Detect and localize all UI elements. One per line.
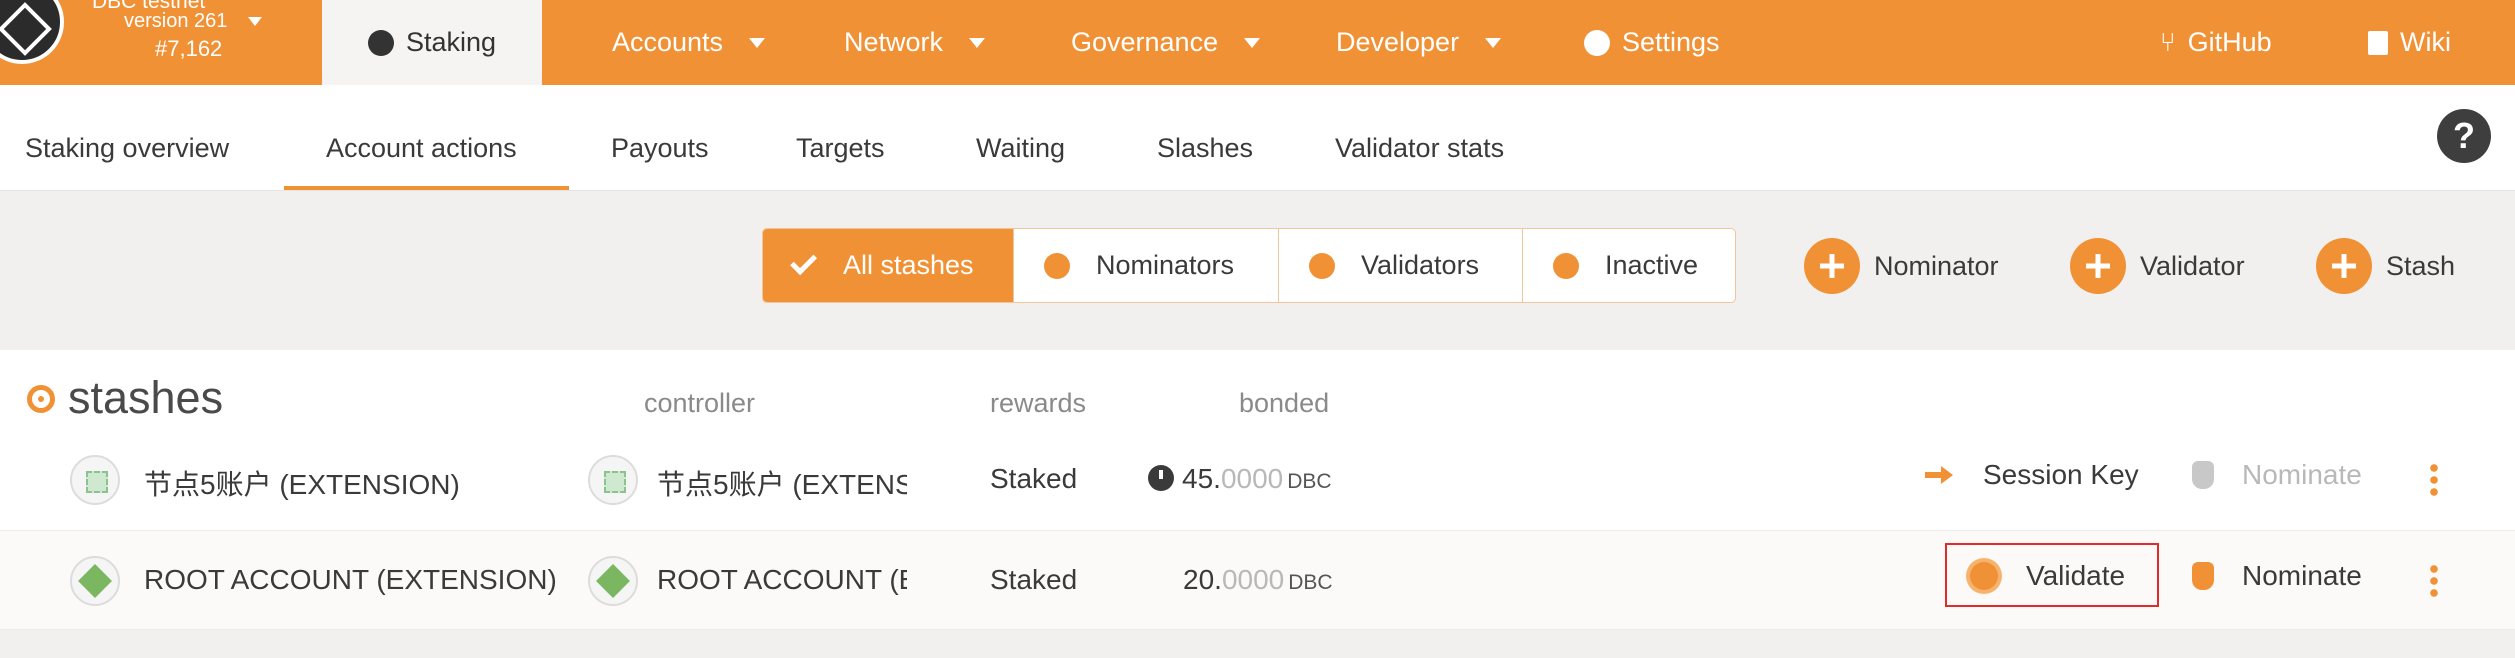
filter-inactive-label: Inactive [1605, 250, 1699, 280]
block-number: #7,162 [155, 36, 223, 61]
controller-identicon[interactable] [588, 455, 638, 505]
more-options-icon[interactable] [2430, 563, 2438, 599]
more-options-icon[interactable] [2430, 462, 2438, 498]
add-nominator-label: Nominator [1874, 250, 1999, 281]
filter-inactive[interactable]: Inactive [1523, 229, 1735, 302]
plus-icon [1804, 238, 1860, 294]
controller-account-name[interactable]: ROOT ACCOUNT (EX [657, 564, 907, 596]
filter-all-stashes-label: All stashes [843, 250, 974, 280]
nav-settings-label: Settings [1622, 27, 1720, 57]
nominate-label: Nominate [2242, 459, 2362, 490]
tab-targets[interactable]: Targets [796, 133, 885, 164]
radio-dot-icon [1044, 252, 1070, 279]
stashes-table: stashes controller rewards bonded 节点5账户 … [0, 350, 2515, 630]
highlight-box [1945, 543, 2159, 607]
chain-version[interactable]: version 261 [124, 10, 227, 33]
bonded-decimals: 0000 [1221, 564, 1285, 595]
nav-governance-label: Governance [1071, 27, 1219, 57]
top-navbar: DBC testnet version 261 #7,162 Staking A… [0, 0, 2515, 85]
plus-icon [2316, 238, 2372, 294]
filter-nominators[interactable]: Nominators [1014, 229, 1279, 302]
sign-in-icon [1925, 462, 1955, 488]
bonded-amount: 45.0000 DBC [1148, 463, 1332, 495]
add-validator-label: Validator [2140, 250, 2245, 281]
session-key-button[interactable]: Session Key [1925, 459, 2139, 491]
nominate-label: Nominate [2242, 560, 2362, 591]
chevron-down-icon [969, 37, 986, 48]
nav-network-label: Network [844, 27, 944, 57]
clock-icon[interactable] [1148, 465, 1174, 491]
rewards-destination: Staked [990, 463, 1078, 494]
nav-tab-staking[interactable]: Staking [322, 0, 542, 85]
tab-staking-overview[interactable]: Staking overview [25, 133, 229, 164]
column-header-bonded: bonded [1239, 388, 1330, 418]
stash-filter-group: All stashes Nominators Validators Inacti… [762, 228, 1736, 303]
github-label: GitHub [2187, 27, 2272, 57]
tab-payouts[interactable]: Payouts [611, 133, 709, 164]
nav-developer-label: Developer [1336, 27, 1460, 57]
filter-validators[interactable]: Validators [1279, 229, 1523, 302]
table-title: stashes [68, 372, 224, 423]
staking-icon [368, 30, 394, 56]
tab-account-actions[interactable]: Account actions [326, 133, 517, 164]
nominate-button-disabled[interactable]: Nominate [2192, 459, 2362, 491]
plus-icon [2070, 238, 2126, 294]
column-header-controller: controller [644, 388, 756, 418]
nav-accounts-label: Accounts [612, 27, 724, 57]
nav-network[interactable]: Network [844, 0, 986, 85]
settings-gear-icon [1584, 30, 1610, 56]
bonded-decimals: 0000 [1220, 463, 1284, 494]
active-tab-indicator [284, 186, 569, 190]
stash-identicon[interactable] [70, 556, 120, 606]
chevron-down-icon [1485, 37, 1502, 48]
stash-identicon[interactable] [70, 455, 120, 505]
wiki-link[interactable]: Wiki [2368, 0, 2451, 85]
check-icon [790, 247, 818, 275]
radio-dot-icon [1309, 252, 1335, 279]
nav-settings[interactable]: Settings [1584, 0, 1720, 85]
wiki-label: Wiki [2400, 27, 2451, 57]
hand-icon [2192, 461, 2214, 489]
stash-account-name[interactable]: ROOT ACCOUNT (EXTENSION) [144, 564, 557, 596]
tab-slashes[interactable]: Slashes [1157, 133, 1253, 164]
chevron-down-icon [1244, 37, 1261, 48]
chevron-down-icon [749, 37, 766, 48]
add-nominator-button[interactable]: Nominator [1804, 238, 1999, 294]
add-validator-button[interactable]: Validator [2070, 238, 2245, 294]
stash-account-name[interactable]: 节点5账户 (EXTENSION) [144, 463, 460, 503]
hand-icon [2192, 562, 2214, 590]
book-icon [2368, 30, 2388, 55]
filter-all-stashes[interactable]: All stashes [763, 229, 1014, 302]
column-header-rewards: rewards [990, 388, 1087, 418]
git-branch-icon: ⑂ [2160, 27, 2176, 57]
tab-waiting[interactable]: Waiting [976, 133, 1065, 164]
bonded-unit: DBC [1288, 571, 1333, 594]
section-dot-icon [27, 385, 55, 413]
nav-governance[interactable]: Governance [1071, 0, 1261, 85]
help-icon[interactable]: ? [2437, 109, 2491, 163]
controller-identicon[interactable] [588, 556, 638, 606]
add-stash-label: Stash [2386, 250, 2456, 281]
filter-validators-label: Validators [1361, 250, 1480, 280]
bonded-amount: 20.0000 DBC [1183, 564, 1333, 596]
session-key-label: Session Key [1983, 459, 2139, 490]
table-row: 节点5账户 (EXTENSION) 节点5账户 (EXTENSI Staked … [0, 430, 2515, 530]
controller-account-name[interactable]: 节点5账户 (EXTENSI [657, 463, 907, 503]
rewards-destination: Staked [990, 564, 1078, 595]
nav-accounts[interactable]: Accounts [612, 0, 766, 85]
bonded-integer: 20. [1183, 564, 1222, 595]
tab-validator-stats[interactable]: Validator stats [1335, 133, 1504, 164]
add-stash-button[interactable]: Stash [2316, 238, 2455, 294]
github-link[interactable]: ⑂ GitHub [2160, 0, 2272, 85]
radio-dot-icon [1553, 252, 1579, 279]
nav-developer[interactable]: Developer [1336, 0, 1502, 85]
bonded-unit: DBC [1287, 470, 1332, 493]
chain-dropdown-icon[interactable] [248, 17, 262, 26]
filter-nominators-label: Nominators [1096, 250, 1235, 280]
chain-logo[interactable] [0, 0, 64, 64]
bonded-integer: 45. [1182, 463, 1221, 494]
nav-tab-staking-label: Staking [405, 27, 497, 57]
sub-tab-bar: Staking overview Account actions Payouts… [0, 85, 2515, 191]
nominate-button[interactable]: Nominate [2192, 560, 2362, 592]
